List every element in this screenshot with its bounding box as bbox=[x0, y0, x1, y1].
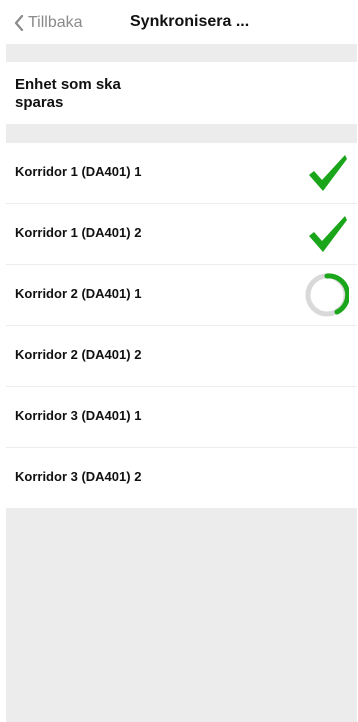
section-title: Enhet som ska sparas bbox=[15, 76, 121, 111]
device-label: Korridor 3 (DA401) 1 bbox=[15, 408, 142, 423]
status-indicator bbox=[305, 212, 349, 256]
status-indicator bbox=[305, 151, 349, 195]
loading-spinner-icon bbox=[305, 273, 351, 317]
device-list: Korridor 1 (DA401) 1 Korridor 1 (DA401) … bbox=[6, 143, 357, 509]
list-item[interactable]: Korridor 1 (DA401) 1 bbox=[6, 143, 357, 204]
section-separator bbox=[6, 124, 357, 143]
device-label: Korridor 1 (DA401) 2 bbox=[15, 225, 142, 240]
section-separator bbox=[6, 44, 357, 62]
navigation-bar: Tillbaka Synkronisera ... bbox=[0, 0, 358, 44]
back-label: Tillbaka bbox=[28, 14, 83, 31]
back-button[interactable]: Tillbaka bbox=[14, 12, 83, 34]
device-label: Korridor 3 (DA401) 2 bbox=[15, 469, 142, 484]
chevron-left-icon bbox=[14, 15, 24, 31]
empty-area bbox=[6, 508, 357, 722]
device-label: Korridor 2 (DA401) 2 bbox=[15, 347, 142, 362]
list-item[interactable]: Korridor 2 (DA401) 2 bbox=[6, 326, 357, 387]
device-label: Korridor 1 (DA401) 1 bbox=[15, 164, 142, 179]
list-item[interactable]: Korridor 1 (DA401) 2 bbox=[6, 204, 357, 265]
page-title: Synkronisera ... bbox=[130, 13, 250, 30]
list-item[interactable]: Korridor 3 (DA401) 1 bbox=[6, 387, 357, 448]
list-item[interactable]: Korridor 2 (DA401) 1 bbox=[6, 265, 357, 326]
status-indicator bbox=[305, 273, 351, 317]
checkmark-icon bbox=[309, 216, 347, 252]
list-item[interactable]: Korridor 3 (DA401) 2 bbox=[6, 448, 357, 509]
section-header: Enhet som ska sparas bbox=[6, 62, 357, 124]
checkmark-icon bbox=[309, 155, 347, 191]
device-label: Korridor 2 (DA401) 1 bbox=[15, 286, 142, 301]
